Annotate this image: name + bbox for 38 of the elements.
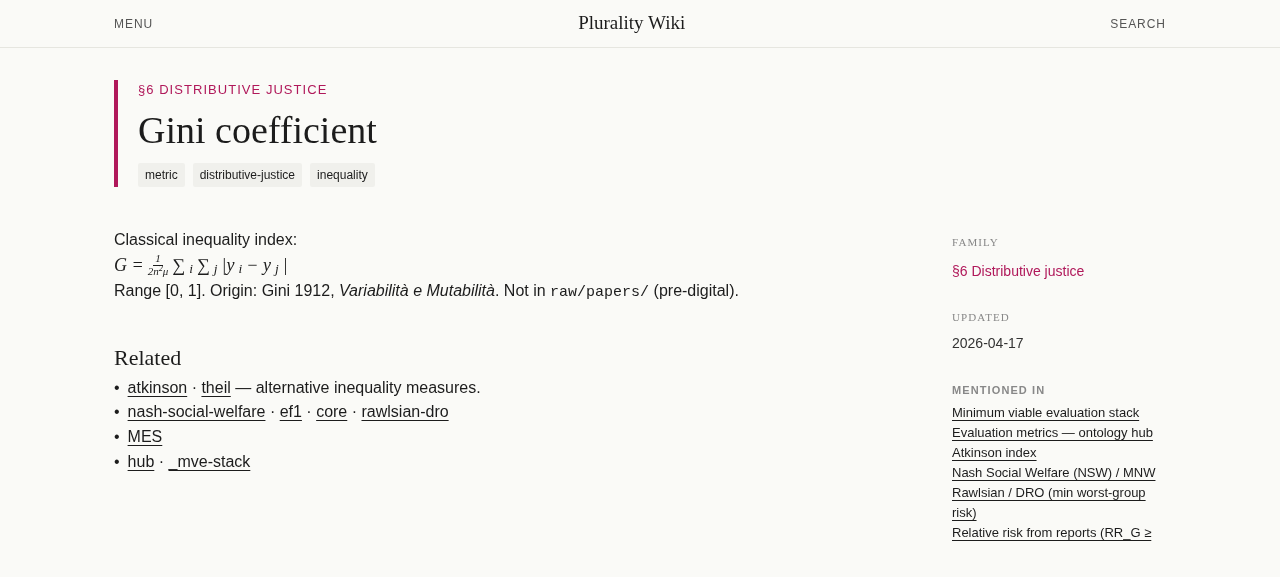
family-link[interactable]: §6 Distributive justice bbox=[952, 262, 1085, 279]
related-link[interactable]: core bbox=[316, 403, 348, 421]
related-link[interactable]: nash-social-welfare bbox=[127, 403, 266, 421]
related-item: hub · _mve-stack bbox=[127, 452, 251, 473]
related-item: atkinson · theil — alternative inequality measures. bbox=[127, 377, 481, 398]
updated-date: 2026-04-17 bbox=[952, 334, 1025, 353]
search-link[interactable]: SEARCH bbox=[1110, 14, 1166, 33]
mentioned-link[interactable]: Evaluation metrics — ontology hub bbox=[952, 422, 1153, 443]
mentioned-link[interactable]: Rawlsian / DRO (min worst-group risk) bbox=[952, 483, 1166, 524]
related-link[interactable]: hub bbox=[127, 453, 155, 471]
mentioned-link[interactable]: Nash Social Welfare (NSW) / MNW bbox=[952, 462, 1156, 484]
site-title[interactable]: Plurality Wiki bbox=[578, 9, 686, 38]
menu-link[interactable]: MENU bbox=[114, 14, 154, 33]
bullet: • bbox=[114, 452, 120, 473]
section-heading: Related bbox=[114, 345, 183, 372]
related-item: nash-social-welfare · ef1 · core · rawlsian-dro bbox=[127, 402, 449, 423]
bullet: • bbox=[114, 402, 120, 423]
related-link[interactable]: ef1 bbox=[279, 403, 302, 421]
related-link[interactable]: atkinson bbox=[127, 378, 188, 396]
sidebar-label: MENTIONED IN bbox=[952, 383, 1047, 398]
bullet: • bbox=[114, 377, 120, 398]
bullet: • bbox=[114, 427, 120, 448]
section-label: §6 DISTRIBUTIVE JUSTICE bbox=[138, 81, 329, 99]
intro-text: Classical inequality index: bbox=[114, 230, 299, 251]
related-link[interactable]: rawlsian-dro bbox=[361, 403, 449, 421]
sidebar-label: FAMILY bbox=[952, 235, 1000, 250]
mentioned-link[interactable]: Minimum viable evaluation stack bbox=[952, 402, 1140, 423]
note-text: Range [0, 1]. Origin: Gini 1912, Variabilità e Mutabilità. Not in raw/papers/ (pre-digital). bbox=[114, 281, 740, 304]
mentioned-link[interactable]: Relative risk from reports (RR_G ≥ bbox=[952, 523, 1152, 544]
page-title: Gini coefficient bbox=[138, 107, 378, 153]
tag[interactable]: inequality bbox=[310, 163, 375, 188]
sidebar-label: UPDATED bbox=[952, 309, 1011, 325]
related-link[interactable]: MES bbox=[127, 428, 163, 446]
mentioned-link[interactable]: Atkinson index bbox=[952, 442, 1037, 463]
tag[interactable]: metric bbox=[138, 163, 185, 188]
related-link[interactable]: _mve-stack bbox=[168, 453, 251, 471]
tag[interactable]: distributive-justice bbox=[192, 163, 303, 188]
related-link[interactable]: theil bbox=[201, 378, 231, 396]
